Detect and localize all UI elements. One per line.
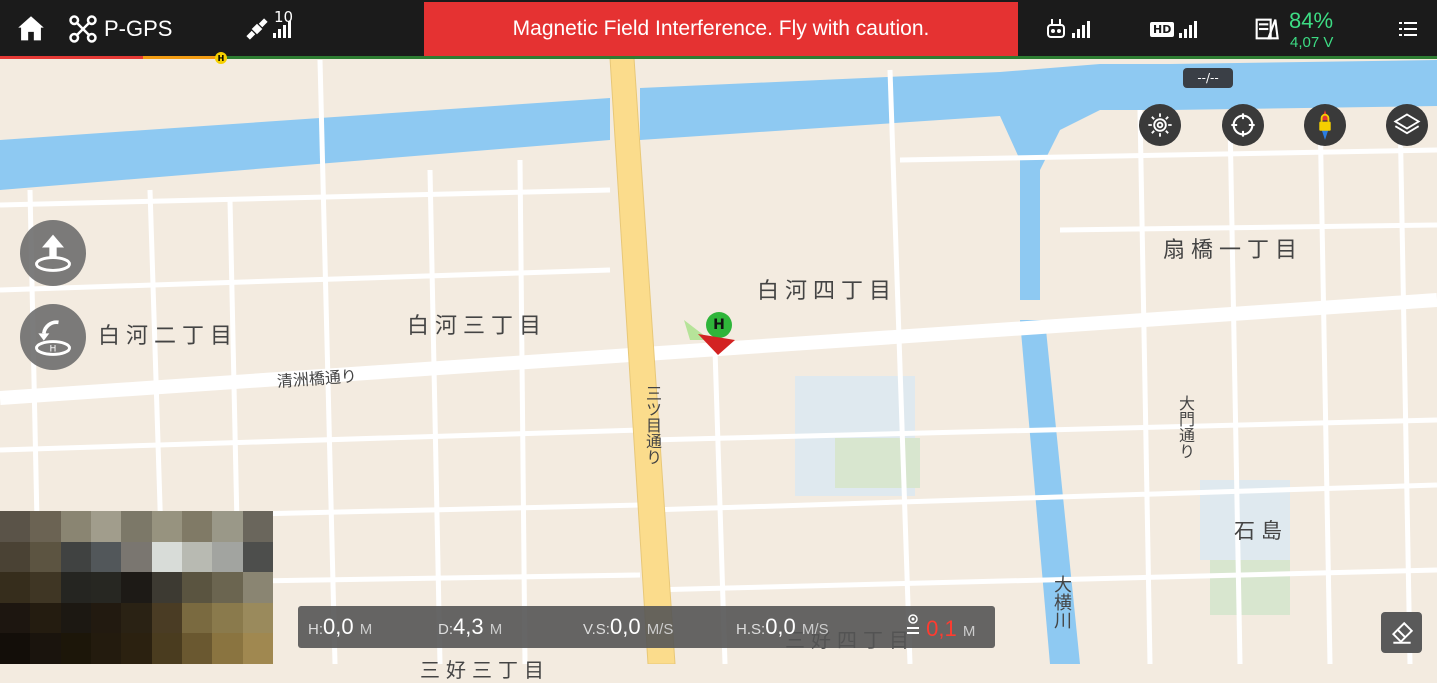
recenter-button[interactable] <box>1222 104 1264 146</box>
battery-icon <box>1255 18 1279 40</box>
distance-badge: --/-- <box>1183 68 1233 88</box>
map-label-ishijima: 石島 <box>1234 519 1288 543</box>
hd-signal-icon <box>1179 21 1198 38</box>
vps-icon <box>907 614 919 634</box>
map-layers-icon <box>1393 113 1421 135</box>
remote-controller-icon <box>1047 19 1065 38</box>
rc-signal-icon <box>1072 21 1090 38</box>
battery-status[interactable] <box>1252 0 1280 58</box>
rc-signal[interactable] <box>1045 0 1093 58</box>
top-status-bar: P-GPS 10 Magnetic Field Interference. Fl… <box>0 0 1437 58</box>
return-home-button[interactable]: H <box>20 304 86 370</box>
camera-settings-icon <box>1148 113 1172 137</box>
telemetry-bar: H:0,0 M D:4,3 M V.S:0,0 M/S H.S:0,0 M/S … <box>298 606 995 648</box>
vertical-speed-readout: V.S:0,0 M/S <box>583 614 674 639</box>
drone-icon <box>69 15 97 43</box>
svg-text:H: H <box>50 344 57 355</box>
satellite-icon <box>246 18 268 40</box>
aircraft-marker <box>684 320 735 355</box>
height-readout: H:0,0 M <box>308 614 373 639</box>
menu-button[interactable] <box>1396 0 1420 58</box>
clear-path-button[interactable] <box>1381 612 1422 653</box>
eraser-icon <box>1391 621 1413 644</box>
home-icon <box>18 16 44 41</box>
map-label-shirakawa-2: 白河二丁目 <box>98 324 239 349</box>
takeoff-button[interactable] <box>20 220 86 286</box>
flight-mode[interactable]: P-GPS <box>68 0 172 58</box>
map-label-ooyokogawa: 大横川 <box>1051 575 1072 629</box>
home-progress-marker: H <box>215 52 227 64</box>
return-home-icon: H <box>35 320 71 356</box>
hd-video-icon: HD <box>1150 21 1175 37</box>
battery-voltage: 4,07 V <box>1290 34 1334 51</box>
horizontal-speed-readout: H.S:0,0 M/S <box>736 614 829 639</box>
menu-icon <box>1399 22 1417 36</box>
home-button[interactable] <box>14 0 48 58</box>
map-label-shirakawa-3: 白河三丁目 <box>407 314 548 339</box>
warning-banner[interactable]: Magnetic Field Interference. Fly with ca… <box>424 2 1018 56</box>
camera-preview-thumbnail[interactable] <box>0 511 273 664</box>
compass-lock-button[interactable] <box>1304 104 1346 146</box>
map-label-miyoshi-3: 三好三丁目 <box>420 658 550 682</box>
map-layers-button[interactable] <box>1386 104 1428 146</box>
recenter-icon <box>1231 113 1255 137</box>
map-label-mitsume: 三ツ目通り <box>643 385 662 465</box>
battery-percent: 84% <box>1289 8 1334 33</box>
takeoff-icon <box>35 234 71 272</box>
hd-signal[interactable]: HD <box>1150 0 1200 58</box>
camera-settings-button[interactable] <box>1139 104 1181 146</box>
distance-readout: D:4,3 M <box>438 614 503 639</box>
compass-lock-icon <box>1319 110 1331 140</box>
altitude-readout: 0,1 M <box>906 614 975 642</box>
map-label-ogibashi-1: 扇橋一丁目 <box>1163 238 1304 263</box>
map-label-shirakawa-4: 白河四丁目 <box>757 279 898 304</box>
flight-mode-label: P-GPS <box>104 16 173 41</box>
map-label-daimon: 大門通り <box>1176 395 1195 459</box>
satellite-count: 10 <box>274 8 294 26</box>
